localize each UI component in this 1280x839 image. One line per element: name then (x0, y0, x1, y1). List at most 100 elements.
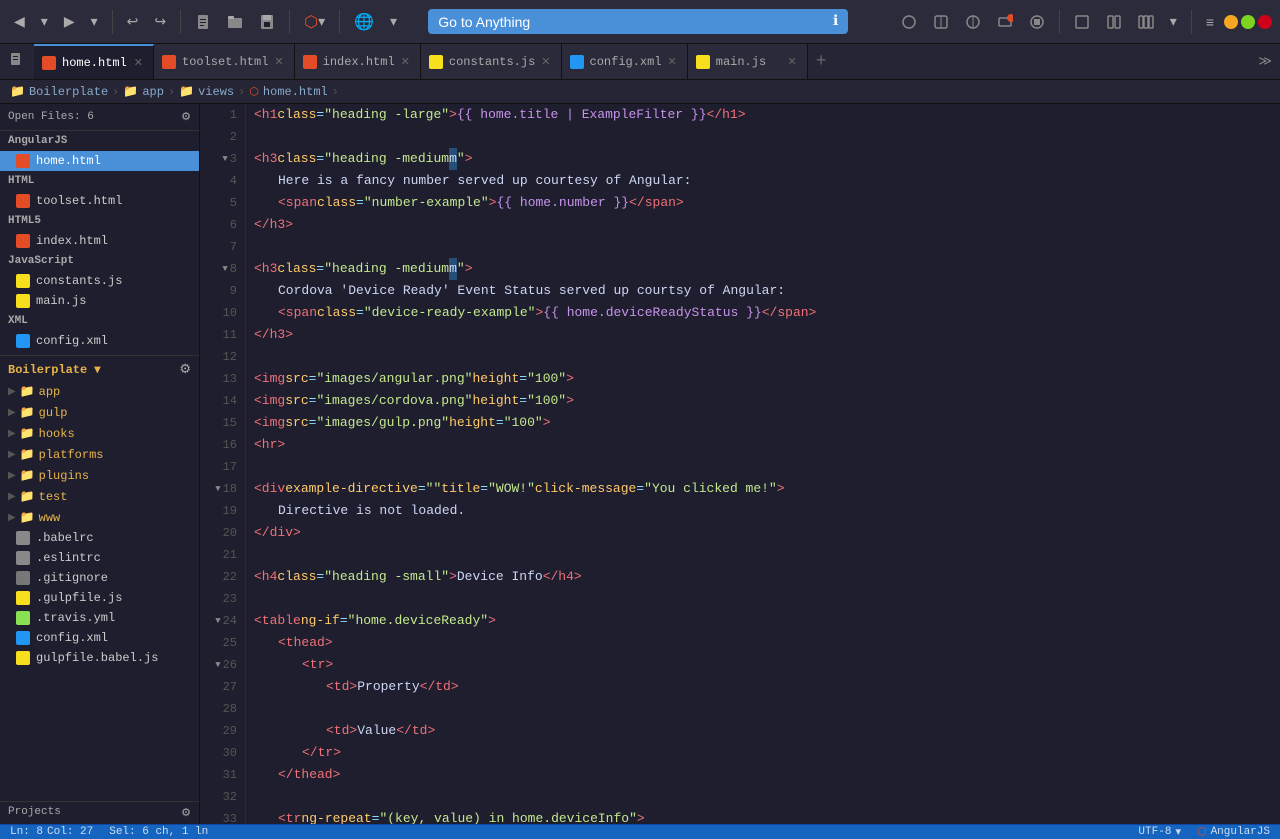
sidebar-item-gitignore[interactable]: .gitignore (0, 568, 199, 588)
sidebar-item-main-js[interactable]: main.js (0, 291, 199, 311)
monitor-btn-2[interactable] (927, 10, 955, 34)
menu-button[interactable]: ≡ (1200, 10, 1220, 34)
globe-button[interactable]: 🌐 (348, 8, 380, 36)
projects-settings-icon[interactable]: ⚙ (181, 806, 191, 820)
layout-single-btn[interactable] (1068, 10, 1096, 34)
sidebar-item-gulp[interactable]: ▶ 📁 gulp (0, 402, 199, 423)
maximize-button[interactable] (1241, 15, 1255, 29)
sidebar-item-babelrc[interactable]: .babelrc (0, 528, 199, 548)
sidebar-item-app[interactable]: ▶ 📁 app (0, 381, 199, 402)
sidebar-item-home-html[interactable]: home.html (0, 151, 199, 171)
html-file-icon (16, 154, 30, 168)
file-label: gulpfile.babel.js (36, 651, 158, 665)
tab-main-js[interactable]: main.js ✕ (688, 44, 808, 80)
tab-close-btn[interactable]: ✕ (788, 55, 797, 69)
sidebar-item-constants-js[interactable]: constants.js (0, 271, 199, 291)
line-num-24: ▼24 (208, 610, 237, 632)
tab-bar: home.html ✕ toolset.html ✕ index.html ✕ … (0, 44, 1280, 80)
status-right: UTF-8 ▾ ⬡ AngularJS (1138, 825, 1270, 839)
col-label: Col: 27 (47, 826, 93, 838)
tab-index-html[interactable]: index.html ✕ (295, 44, 421, 80)
add-tab-button[interactable]: + (808, 52, 835, 72)
folder-icon: 📁 (20, 384, 35, 399)
monitor-btn-3[interactable] (959, 10, 987, 34)
monitor-btn-1[interactable] (895, 10, 923, 34)
folder-label: app (39, 385, 61, 399)
sidebar-item-gulpfile-js[interactable]: .gulpfile.js (0, 588, 199, 608)
chevron-icon: ▶ (8, 386, 16, 398)
monitor-btn-5[interactable] (1023, 10, 1051, 34)
status-encoding[interactable]: UTF-8 ▾ (1138, 825, 1181, 839)
angularjs-button[interactable]: ⬡▾ (298, 8, 331, 36)
line-num-5: 5 (208, 192, 237, 214)
sidebar: Open Files: 6 ⚙ AngularJS home.html HTML… (0, 104, 200, 824)
js-file-icon (16, 274, 30, 288)
sidebar-item-config-xml[interactable]: config.xml (0, 331, 199, 351)
globe-dropdown-button[interactable]: ▾ (384, 9, 403, 34)
redo-button[interactable]: ↪ (148, 9, 172, 34)
folder-icon: 📁 (20, 447, 35, 462)
back-dropdown-button[interactable]: ▾ (35, 9, 54, 34)
code-content[interactable]: <h1 class="heading -large">{{ home.title… (246, 104, 1280, 824)
xml-file-icon (16, 631, 30, 645)
yml-file-icon (16, 611, 30, 625)
tab-overflow-button[interactable]: ≫ (1250, 54, 1280, 69)
sidebar-item-toolset-html[interactable]: toolset.html (0, 191, 199, 211)
breadcrumb-views[interactable]: views (198, 85, 234, 99)
line-num-4: 4 (208, 170, 237, 192)
minimize-button[interactable] (1224, 15, 1238, 29)
sidebar-item-www[interactable]: ▶ 📁 www (0, 507, 199, 528)
code-editor[interactable]: 1 2 ▼3 4 5 6 7 ▼8 9 10 11 12 13 14 15 16 (200, 104, 1280, 824)
status-ln-col[interactable]: Ln: 8 Col: 27 (10, 826, 93, 838)
project-settings-icon[interactable]: ⚙ (179, 362, 191, 377)
tab-constants-js[interactable]: constants.js ✕ (421, 44, 562, 80)
status-sel[interactable]: Sel: 6 ch, 1 ln (109, 826, 208, 838)
open-button[interactable] (221, 10, 249, 34)
save-button[interactable] (253, 10, 281, 34)
tab-config-xml[interactable]: config.xml ✕ (562, 44, 688, 80)
separator-3 (289, 10, 290, 34)
tab-close-btn[interactable]: ✕ (668, 55, 677, 69)
forward-dropdown-button[interactable]: ▾ (85, 9, 104, 34)
breadcrumb-app[interactable]: app (142, 85, 164, 99)
breadcrumb-boilerplate[interactable]: Boilerplate (29, 85, 108, 99)
html-icon (42, 56, 56, 70)
tab-close-btn[interactable]: ✕ (541, 55, 550, 69)
tab-close-btn[interactable]: ✕ (274, 55, 283, 69)
folder-label: platforms (39, 448, 104, 462)
new-file-button[interactable] (189, 10, 217, 34)
forward-button[interactable]: ▶ (58, 9, 81, 34)
undo-button[interactable]: ↩ (121, 9, 145, 34)
breadcrumb: 📁 Boilerplate › 📁 app › 📁 views › ⬡ home… (0, 80, 1280, 104)
status-syntax[interactable]: ⬡ AngularJS (1197, 825, 1270, 839)
monitor-btn-4[interactable] (991, 10, 1019, 34)
sidebar-item-eslintrc[interactable]: .eslintrc (0, 548, 199, 568)
tab-close-btn[interactable]: ✕ (401, 55, 410, 69)
layout-dropdown-btn[interactable]: ▾ (1164, 9, 1183, 34)
tab-home-html[interactable]: home.html ✕ (34, 44, 154, 80)
folder-label: gulp (39, 406, 68, 420)
layout-triple-btn[interactable] (1132, 10, 1160, 34)
sidebar-item-platforms[interactable]: ▶ 📁 platforms (0, 444, 199, 465)
goto-input[interactable] (438, 14, 827, 30)
sidebar-item-index-html[interactable]: index.html (0, 231, 199, 251)
code-line-12 (250, 346, 1280, 368)
sidebar-item-travis-yml[interactable]: .travis.yml (0, 608, 199, 628)
xml-file-icon (16, 334, 30, 348)
code-line-17 (250, 456, 1280, 478)
sidebar-item-test[interactable]: ▶ 📁 test (0, 486, 199, 507)
sidebar-item-config-xml2[interactable]: config.xml (0, 628, 199, 648)
breadcrumb-home-html[interactable]: home.html (263, 85, 328, 99)
code-line-19: Directive is not loaded. (250, 500, 1280, 522)
line-num-21: 21 (208, 544, 237, 566)
sidebar-item-hooks[interactable]: ▶ 📁 hooks (0, 423, 199, 444)
back-button[interactable]: ◀ (8, 9, 31, 34)
tab-close-btn[interactable]: ✕ (134, 56, 143, 70)
sidebar-item-gulpfile-babel-js[interactable]: gulpfile.babel.js (0, 648, 199, 668)
layout-split-btn[interactable] (1100, 10, 1128, 34)
sidebar-item-plugins[interactable]: ▶ 📁 plugins (0, 465, 199, 486)
settings-icon[interactable]: ⚙ (181, 110, 191, 124)
tab-toolset-html[interactable]: toolset.html ✕ (154, 44, 295, 80)
new-file-tab-btn[interactable] (0, 46, 34, 77)
close-button[interactable] (1258, 15, 1272, 29)
